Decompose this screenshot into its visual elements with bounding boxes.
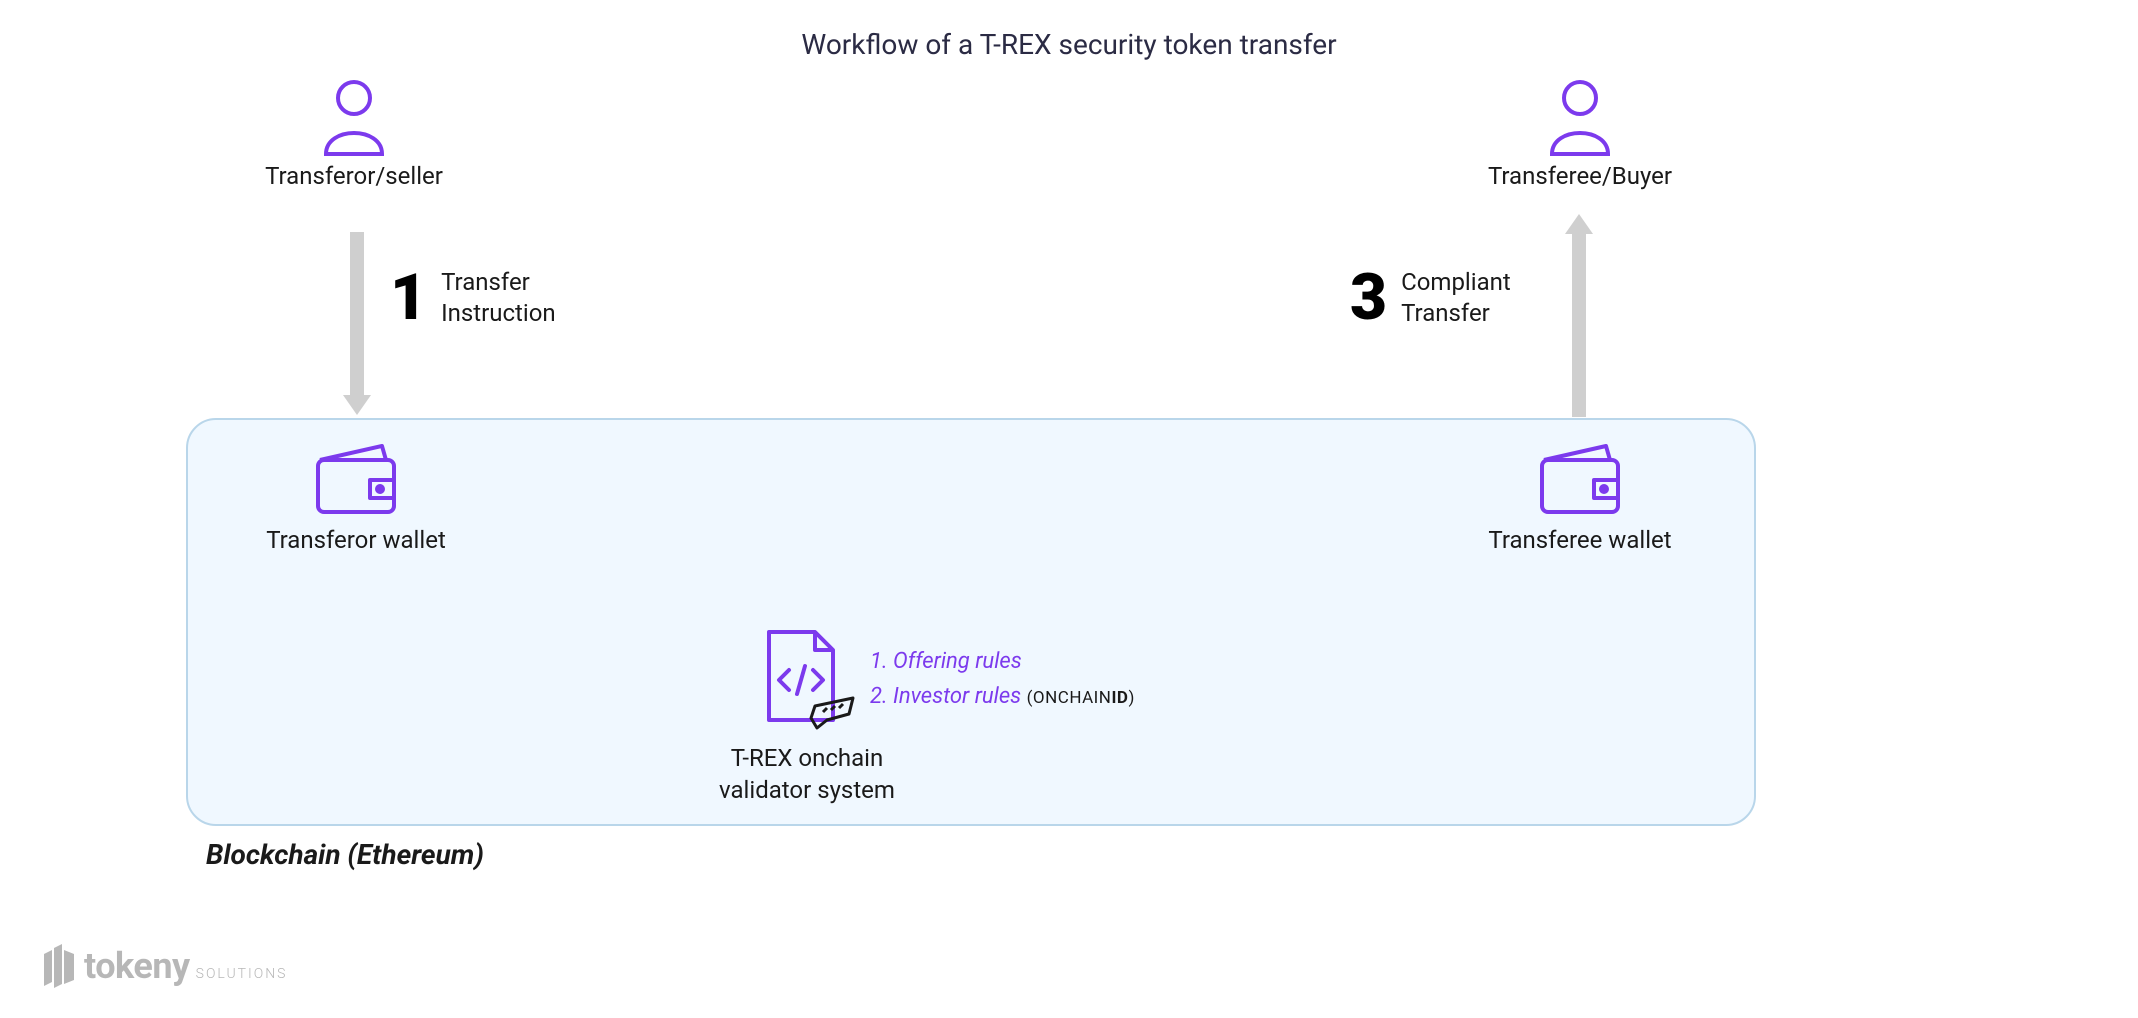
validator-rules: 1. Offering rules 2. Investor rules (ONC… [870, 644, 1135, 714]
actor-seller: Transferor/seller [254, 78, 454, 190]
logo-mark-icon [40, 944, 78, 988]
validator-label: T-REX onchainvalidator system [702, 742, 912, 807]
tokeny-logo: tokeny SOLUTIONS [40, 944, 287, 988]
logo-text: tokeny [84, 945, 190, 987]
person-icon [318, 78, 390, 156]
code-file-icon [757, 628, 857, 736]
wallet-from: Transferor wallet [256, 440, 456, 554]
rule-investor: 2. Investor rules (ONCHAINID) [870, 679, 1135, 714]
step-3-text: CompliantTransfer [1401, 267, 1511, 329]
rule-offering: 1. Offering rules [870, 644, 1135, 679]
logo-subtext: SOLUTIONS [196, 966, 288, 982]
arrow-seller-to-wallet [350, 232, 364, 397]
step-1: 1 TransferInstruction [390, 266, 556, 330]
actor-seller-label: Transferor/seller [254, 162, 454, 190]
step-1-text: TransferInstruction [441, 267, 556, 329]
wallet-icon [1534, 440, 1626, 518]
actor-buyer-label: Transferee/Buyer [1480, 162, 1680, 190]
validator-system: T-REX onchainvalidator system [732, 628, 882, 807]
diagram-title: Workflow of a T-REX security token trans… [801, 28, 1336, 61]
wallet-from-label: Transferor wallet [256, 526, 456, 554]
blockchain-label: Blockchain (Ethereum) [206, 838, 484, 871]
actor-buyer: Transferee/Buyer [1480, 78, 1680, 190]
step-3-number: 3 [1350, 266, 1387, 330]
wallet-to: Transferee wallet [1480, 440, 1680, 554]
person-icon [1544, 78, 1616, 156]
step-1-number: 1 [390, 266, 427, 330]
arrow-wallet-to-buyer [1572, 232, 1586, 417]
wallet-icon [310, 440, 402, 518]
wallet-to-label: Transferee wallet [1480, 526, 1680, 554]
step-3: 3 CompliantTransfer [1350, 266, 1511, 330]
